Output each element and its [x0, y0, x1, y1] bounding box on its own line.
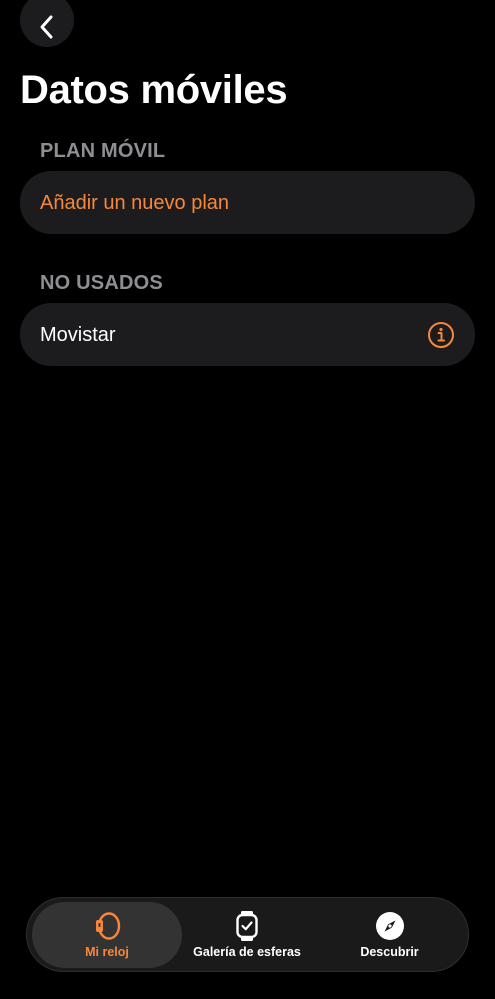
info-icon[interactable] — [427, 321, 455, 349]
tab-mi-reloj[interactable]: Mi reloj — [32, 902, 182, 968]
tab-label-galeria-de-esferas: Galería de esferas — [193, 944, 301, 959]
carrier-row[interactable]: Movistar — [20, 303, 475, 366]
carrier-label: Movistar — [40, 323, 116, 346]
page-title: Datos móviles — [20, 68, 288, 112]
watch-face-icon — [236, 910, 258, 941]
section-header-unused: NO USADOS — [40, 272, 163, 294]
section-header-plan: PLAN MÓVIL — [40, 140, 166, 162]
back-button[interactable] — [20, 0, 74, 47]
compass-icon — [375, 911, 405, 941]
tab-bar: Mi reloj Galería de esferas Descubrir — [26, 897, 469, 972]
add-plan-label: Añadir un nuevo plan — [40, 191, 230, 214]
watch-side-icon — [93, 911, 121, 941]
add-plan-row[interactable]: Añadir un nuevo plan — [20, 171, 475, 234]
tab-label-mi-reloj: Mi reloj — [85, 944, 129, 959]
tab-galeria-de-esferas[interactable]: Galería de esferas — [187, 902, 307, 968]
tab-label-descubrir: Descubrir — [360, 944, 419, 959]
tab-descubrir[interactable]: Descubrir — [327, 902, 452, 968]
chevron-left-icon — [39, 14, 55, 40]
